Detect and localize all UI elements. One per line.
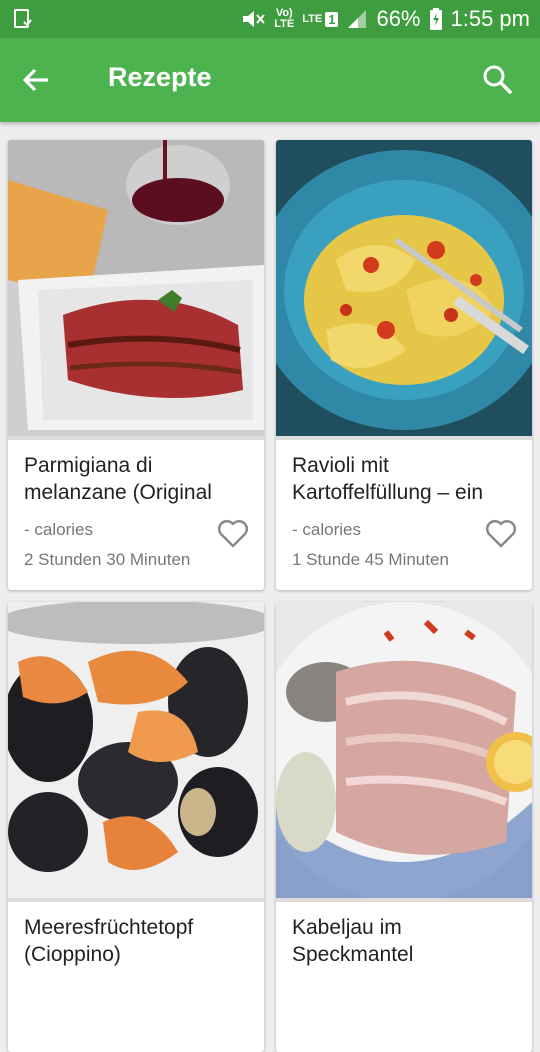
recipe-grid: Parmigiana di melanzane (Original - calo… (0, 122, 540, 1052)
recipe-name: Kabeljau im Speckmantel (292, 916, 414, 966)
arrow-back-icon[interactable] (20, 64, 52, 96)
recipe-name: Ravioli mit Kartoffelfüllung – ein (292, 454, 484, 504)
volte-bottom-label: LTE (274, 18, 295, 30)
recipe-name: Parmigiana di melanzane (Original (24, 454, 212, 504)
recipe-photo (8, 140, 264, 440)
battery-percent: 66% (376, 6, 421, 31)
recipe-photo (8, 602, 264, 902)
recipe-photo (276, 140, 532, 440)
recipe-time: 1 Stunde 45 Minuten (292, 550, 449, 569)
recipe-card[interactable]: Kabeljau im Speckmantel (276, 602, 532, 1052)
favorite-heart-icon[interactable] (484, 516, 518, 550)
mute-icon (243, 11, 266, 27)
clock: 1:55 pm (450, 6, 531, 31)
search-icon[interactable] (480, 62, 514, 96)
sim-manager-icon (14, 9, 32, 28)
page-title: Rezepte (108, 62, 212, 92)
recipe-calories: - calories (292, 520, 361, 539)
favorite-heart-icon[interactable] (216, 516, 250, 550)
battery-icon (429, 8, 442, 30)
signal-icon (348, 10, 367, 28)
recipe-time: 2 Stunden 30 Minuten (24, 550, 191, 569)
recipe-name: Meeresfrüchtetopf (Cioppino) (24, 916, 194, 966)
recipe-calories: - calories (24, 520, 93, 539)
recipe-card[interactable]: Ravioli mit Kartoffelfüllung – ein - cal… (276, 140, 532, 590)
lte-icon: LTE 1 (302, 11, 339, 27)
recipe-photo (276, 602, 532, 902)
recipe-card[interactable]: Parmigiana di melanzane (Original - calo… (8, 140, 264, 590)
lte-label: LTE (302, 12, 323, 25)
status-icons: Vo) LTE LTE 1 66% 1:55 pm (240, 0, 530, 38)
app-bar: Rezepte (0, 38, 540, 122)
recipe-card[interactable]: Meeresfrüchtetopf (Cioppino) (8, 602, 264, 1052)
sim-slot-badge: 1 (325, 11, 339, 27)
status-bar: Vo) LTE LTE 1 66% 1:55 pm (0, 0, 540, 38)
volte-icon: Vo) LTE (274, 8, 294, 30)
